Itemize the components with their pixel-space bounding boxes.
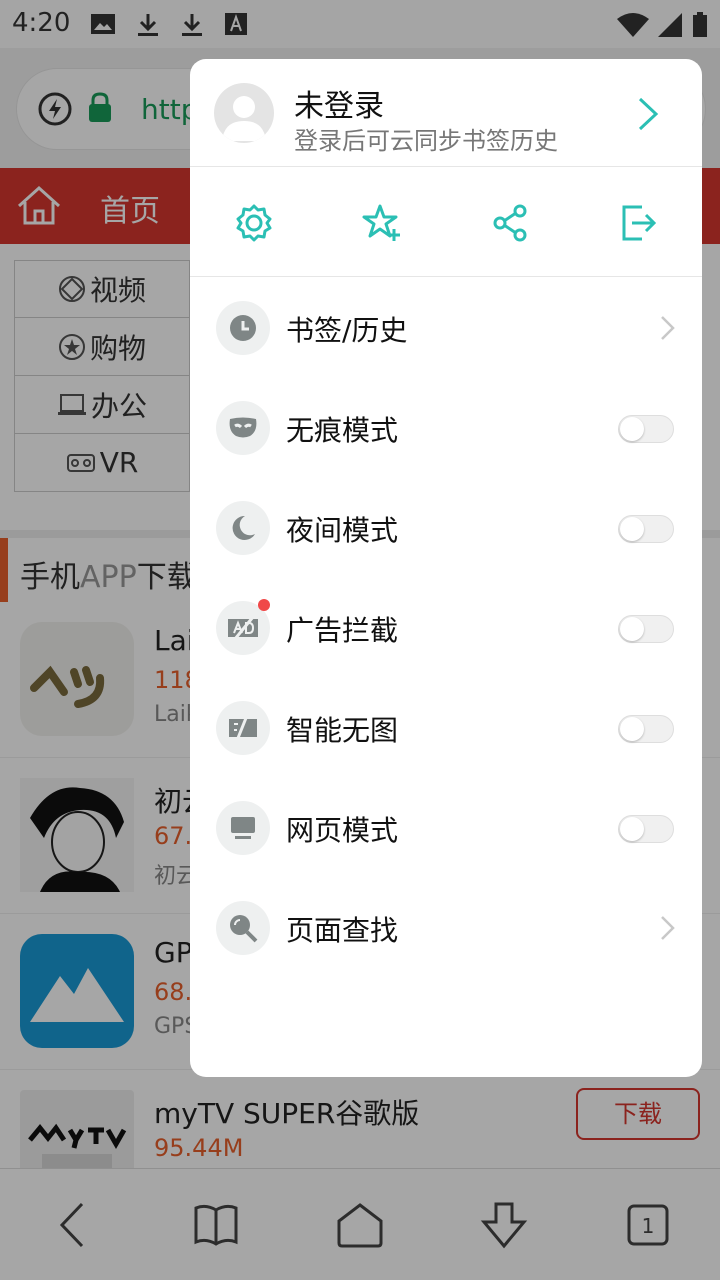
clock-icon bbox=[216, 301, 270, 355]
settings-button[interactable] bbox=[232, 201, 276, 245]
menu-item-label: 网页模式 bbox=[286, 814, 399, 847]
no-image-toggle[interactable] bbox=[618, 715, 674, 743]
mask-icon bbox=[216, 401, 270, 455]
menu-item-label: 页面查找 bbox=[286, 914, 399, 947]
toggle-knob bbox=[620, 417, 644, 441]
settings-icon bbox=[236, 204, 272, 242]
chevron-right-icon bbox=[661, 916, 675, 940]
image-notification-icon bbox=[91, 14, 115, 34]
user-name: 未登录 bbox=[294, 89, 384, 124]
toggle-knob bbox=[620, 817, 644, 841]
add-bookmark-icon bbox=[362, 204, 400, 241]
avatar bbox=[214, 83, 274, 143]
menu-item-label: 夜间模式 bbox=[286, 514, 399, 547]
find-icon bbox=[216, 901, 270, 955]
user-login-row[interactable]: 未登录 登录后可云同步书签历史 bbox=[190, 59, 702, 167]
menu-item-no-image: 智能无图 bbox=[190, 677, 702, 777]
toggle-knob bbox=[620, 717, 644, 741]
share-icon bbox=[493, 204, 527, 242]
notification-dot bbox=[258, 599, 270, 611]
app-notification-icon bbox=[225, 13, 247, 35]
user-subtitle: 登录后可云同步书签历史 bbox=[294, 127, 558, 155]
desktop-icon bbox=[216, 801, 270, 855]
add-bookmark-button[interactable] bbox=[360, 201, 404, 245]
no-image-icon bbox=[216, 701, 270, 755]
quick-actions bbox=[190, 167, 702, 277]
menu-item-incognito: 无痕模式 bbox=[190, 377, 702, 477]
exit-button[interactable] bbox=[616, 201, 660, 245]
download-notification-icon bbox=[138, 14, 158, 36]
toggle-knob bbox=[620, 617, 644, 641]
status-bar: 4:20 bbox=[0, 0, 720, 48]
incognito-toggle[interactable] bbox=[618, 415, 674, 443]
moon-icon bbox=[216, 501, 270, 555]
menu-item-night-mode: 夜间模式 bbox=[190, 477, 702, 577]
download-notification-icon-2 bbox=[182, 14, 202, 36]
signal-icon bbox=[658, 13, 682, 37]
menu-item-ad-block: 广告拦截 bbox=[190, 577, 702, 677]
menu-item-label: 书签/历史 bbox=[286, 314, 408, 347]
share-button[interactable] bbox=[488, 201, 532, 245]
exit-icon bbox=[622, 205, 657, 241]
ad-block-toggle[interactable] bbox=[618, 615, 674, 643]
menu-item-desktop-mode: 网页模式 bbox=[190, 777, 702, 877]
menu-item-bookmarks-history[interactable]: 书签/历史 bbox=[190, 277, 702, 377]
wifi-icon bbox=[617, 13, 649, 37]
status-time: 4:20 bbox=[12, 8, 71, 38]
toggle-knob bbox=[620, 517, 644, 541]
desktop-mode-toggle[interactable] bbox=[618, 815, 674, 843]
user-placeholder-icon bbox=[222, 96, 266, 141]
chevron-right-icon bbox=[638, 97, 659, 131]
popup-menu: 未登录 登录后可云同步书签历史 书签/历史 无痕模式 夜间模式 广告拦截 智能无… bbox=[190, 59, 702, 1077]
menu-item-label: 智能无图 bbox=[286, 714, 399, 747]
menu-item-find-in-page[interactable]: 页面查找 bbox=[190, 877, 702, 977]
menu-item-label: 无痕模式 bbox=[286, 414, 399, 447]
chevron-right-icon bbox=[661, 316, 675, 340]
night-mode-toggle[interactable] bbox=[618, 515, 674, 543]
battery-icon bbox=[693, 12, 707, 37]
menu-item-label: 广告拦截 bbox=[286, 614, 399, 647]
